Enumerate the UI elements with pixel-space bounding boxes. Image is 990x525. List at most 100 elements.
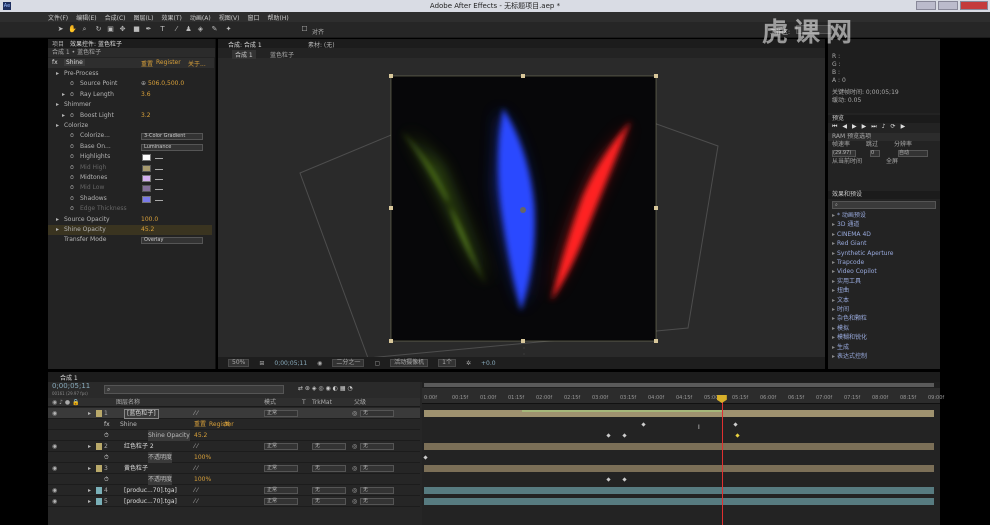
parent-select[interactable]: 无 <box>360 487 394 494</box>
exposure-value[interactable]: +0.0 <box>481 360 496 367</box>
expand-arrow-icon[interactable]: ▸ <box>832 353 835 360</box>
expand-arrow-icon[interactable]: ▸ <box>832 278 835 285</box>
twirl-icon[interactable]: ▸ <box>88 496 91 507</box>
property-track[interactable] <box>424 421 934 428</box>
effect-register[interactable]: Register <box>156 59 181 66</box>
stopwatch-icon[interactable]: ⏱ <box>70 183 74 193</box>
layer-switches[interactable]: ⁄ ⁄ <box>194 485 198 496</box>
effect-prop-row[interactable]: ⏱ Mid High <box>48 163 212 173</box>
last-frame-icon[interactable]: ⏭ <box>871 123 876 133</box>
effect-prop-row[interactable]: ▸ Shimmer <box>48 100 212 110</box>
parent-select[interactable]: 无 <box>360 465 394 472</box>
twirl-icon[interactable]: ▸ <box>62 111 65 121</box>
label-color-swatch[interactable] <box>96 498 102 505</box>
layer-property-row[interactable]: Shine Opacity 45.2 ⏱ <box>48 430 420 441</box>
audio-icon[interactable]: ♪ <box>882 123 886 133</box>
layer-bar[interactable] <box>424 410 934 417</box>
stopwatch-icon[interactable]: ⏱ <box>70 90 74 100</box>
current-time-indicator[interactable] <box>721 395 723 525</box>
trkmat-select[interactable]: 无 <box>312 487 346 494</box>
twirl-icon[interactable]: ▸ <box>88 463 91 474</box>
effect-prop-value[interactable]: 506.0,500.0 <box>148 80 184 87</box>
res-select[interactable]: 自动 <box>898 150 928 157</box>
expand-arrow-icon[interactable]: ▸ <box>832 306 835 313</box>
effect-category[interactable]: ▸ 扭曲 <box>832 286 849 295</box>
stopwatch-icon[interactable]: ⏱ <box>70 142 74 152</box>
property-track[interactable] <box>424 454 934 461</box>
col-trkmat[interactable]: TrkMat <box>312 398 332 407</box>
layer-property-row[interactable]: Shine 重置 Register 关 fx <box>48 419 420 430</box>
effect-category[interactable]: ▸ * 动画预设 <box>832 211 866 220</box>
eyedropper-icon[interactable] <box>155 176 163 180</box>
layer-name[interactable]: [produc...70].tga] <box>124 485 177 496</box>
effect-prop-row[interactable]: ▸ ⏱ Boost Light 3.2 <box>48 111 212 121</box>
effect-about[interactable]: 关 <box>224 419 230 430</box>
effect-category[interactable]: ▸ Synthetic Aperture <box>832 249 894 258</box>
stopwatch-icon[interactable]: ⏱ <box>70 131 74 141</box>
layer-switches[interactable]: ⁄ ⁄ <box>194 408 198 419</box>
col-mode[interactable]: 模式 <box>264 398 276 407</box>
menu-view[interactable]: 视图(V) <box>219 13 240 22</box>
brush-tool-icon[interactable]: ⁄ <box>172 25 181 34</box>
effect-prop-row[interactable]: ⏱ Midtones <box>48 173 212 183</box>
expand-arrow-icon[interactable]: ▸ <box>832 250 835 257</box>
timeline-search[interactable]: ⌕ <box>104 385 284 394</box>
twirl-icon[interactable]: ▸ <box>62 90 65 100</box>
color-swatch[interactable] <box>142 154 151 162</box>
expand-arrow-icon[interactable]: ▸ <box>832 315 835 322</box>
layer-row[interactable]: ◉ ▸ 2 红色粒子 2 ⁄ ⁄ 正常无 ◎ 无 <box>48 441 420 452</box>
layer-bar[interactable] <box>424 498 934 505</box>
prev-frame-icon[interactable]: ◀ <box>842 123 847 133</box>
trkmat-select[interactable]: 无 <box>312 465 346 472</box>
pick-whip-icon[interactable]: ◎ <box>352 441 357 452</box>
twirl-icon[interactable]: ▸ <box>88 441 91 452</box>
parent-select[interactable]: 无 <box>360 498 394 505</box>
pick-whip-icon[interactable]: ◎ <box>352 485 357 496</box>
stopwatch-icon[interactable]: ⏱ <box>70 163 74 173</box>
skip-input[interactable]: 0 <box>870 150 880 157</box>
layer-property-row[interactable]: 不透明度 100% ⏱ <box>48 474 420 485</box>
camera-tool-icon[interactable]: ▣ <box>106 25 115 34</box>
effect-prop-row[interactable]: ▸ Source Opacity 100.0 <box>48 215 212 225</box>
blend-mode-select[interactable]: 正常 <box>264 465 298 472</box>
expand-arrow-icon[interactable]: ▸ <box>832 334 835 341</box>
effect-category[interactable]: ▸ 模拟 <box>832 324 849 333</box>
effect-category[interactable]: ▸ 3D 通道 <box>832 220 859 229</box>
expand-arrow-icon[interactable]: ▸ <box>832 240 835 247</box>
roto-brush-tool-icon[interactable]: ✎ <box>210 25 219 34</box>
text-tool-icon[interactable]: T <box>158 25 167 34</box>
tab-timeline-comp[interactable]: 合成 1 <box>60 373 78 382</box>
layer-row[interactable]: ◉ ▸ 4 [produc...70].tga] ⁄ ⁄ 正常无 ◎ 无 <box>48 485 420 496</box>
effect-prop-row[interactable]: ⏱ Colorize... 3-Color Gradient <box>48 131 212 141</box>
zoom-tool-icon[interactable]: ⌕ <box>80 25 89 34</box>
tab-project[interactable]: 项目 <box>52 39 64 48</box>
label-color-swatch[interactable] <box>96 410 102 417</box>
visibility-icon[interactable]: ◉ <box>52 441 57 452</box>
label-color-swatch[interactable] <box>96 465 102 472</box>
eyedropper-icon[interactable] <box>155 186 163 191</box>
visibility-icon[interactable]: ◉ <box>52 408 57 419</box>
effect-prop-select[interactable]: Luminance <box>141 143 203 151</box>
color-swatch[interactable] <box>142 185 151 193</box>
layer-row[interactable]: ◉ ▸ 3 黄色粒子 ⁄ ⁄ 正常无 ◎ 无 <box>48 463 420 474</box>
snap-checkbox-icon[interactable]: ☐ <box>300 25 309 34</box>
parent-select[interactable]: 无 <box>360 410 394 417</box>
layer-bar[interactable] <box>424 465 934 472</box>
views-select[interactable]: 1个 <box>438 359 456 367</box>
layer-switches[interactable]: ⁄ ⁄ <box>194 496 198 507</box>
effect-reset[interactable]: 重置 <box>141 59 153 68</box>
property-value[interactable]: 100% <box>194 474 211 485</box>
stopwatch-icon[interactable]: ⏱ <box>70 79 74 89</box>
effect-prop-row[interactable]: Transfer Mode Overlay <box>48 235 212 245</box>
timecode-display[interactable]: 0;00;05;11 <box>274 360 307 367</box>
twirl-icon[interactable]: ▸ <box>56 215 59 225</box>
layer-name[interactable]: [蓝色粒子] <box>124 409 159 419</box>
blend-mode-select[interactable]: 正常 <box>264 498 298 505</box>
effect-prop-value-wrap[interactable]: 3.6 <box>141 90 151 100</box>
menu-effect[interactable]: 效果(T) <box>162 13 182 22</box>
point-target-icon[interactable]: ⊕ <box>141 80 148 87</box>
effects-search[interactable]: ⌕ <box>832 201 936 209</box>
minimize-button[interactable] <box>916 1 936 10</box>
menu-file[interactable]: 文件(F) <box>48 13 68 22</box>
hand-tool-icon[interactable]: ✋ <box>68 25 77 34</box>
